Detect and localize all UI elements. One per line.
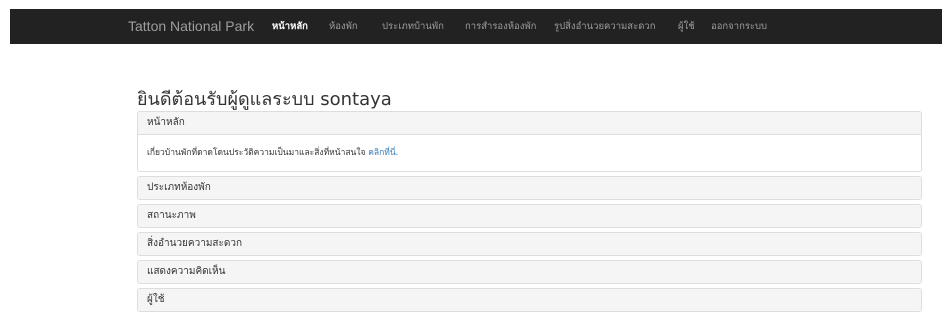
nav-item-rooms[interactable]: ห้องพัก [329,9,358,44]
panel-facilities: สิ่งอำนวยความสะดวก [137,232,922,256]
brand-link[interactable]: Tatton National Park [128,9,254,44]
panel-home-body: เกี่ยวบ้านพักที่ดาดโดนประวัติความเป็นมาแ… [138,134,921,171]
nav-item-house-types[interactable]: ประเภทบ้านพัก [382,9,444,44]
nav-item-home[interactable]: หน้าหลัก [272,9,308,44]
top-navbar: Tatton National Park หน้าหลัก ห้องพัก ปร… [10,9,942,44]
panel-users: ผู้ใช้ [137,288,922,312]
panel-facilities-heading[interactable]: สิ่งอำนวยความสะดวก [138,233,921,255]
panel-comments-heading[interactable]: แสดงความคิดเห็น [138,261,921,283]
nav-item-reservations[interactable]: การสำรองห้องพัก [465,9,536,44]
panel-comments: แสดงความคิดเห็น [137,260,922,284]
nav-item-facility-photos[interactable]: รูปสิ่งอำนวยความสะดวก [554,9,655,44]
panel-home-text: เกี่ยวบ้านพักที่ดาดโดนประวัติความเป็นมาแ… [147,148,366,158]
panel-accordion: หน้าหลัก เกี่ยวบ้านพักที่ดาดโดนประวัติคว… [137,111,922,316]
nav-item-users[interactable]: ผู้ใช้ [678,9,695,44]
panel-room-types: ประเภทห้องพัก [137,176,922,200]
panel-home-heading[interactable]: หน้าหลัก [138,112,921,134]
welcome-title: ยินดีต้อนรับผู้ดูแลระบบ sontaya [137,89,392,110]
panel-home: หน้าหลัก เกี่ยวบ้านพักที่ดาดโดนประวัติคว… [137,111,922,172]
nav-item-logout[interactable]: ออกจากระบบ [711,9,767,44]
click-here-link[interactable]: คลิกที่นี่. [368,148,398,158]
panel-users-heading[interactable]: ผู้ใช้ [138,289,921,311]
panel-status: สถานะภาพ [137,204,922,228]
panel-room-types-heading[interactable]: ประเภทห้องพัก [138,177,921,199]
panel-status-heading[interactable]: สถานะภาพ [138,205,921,227]
